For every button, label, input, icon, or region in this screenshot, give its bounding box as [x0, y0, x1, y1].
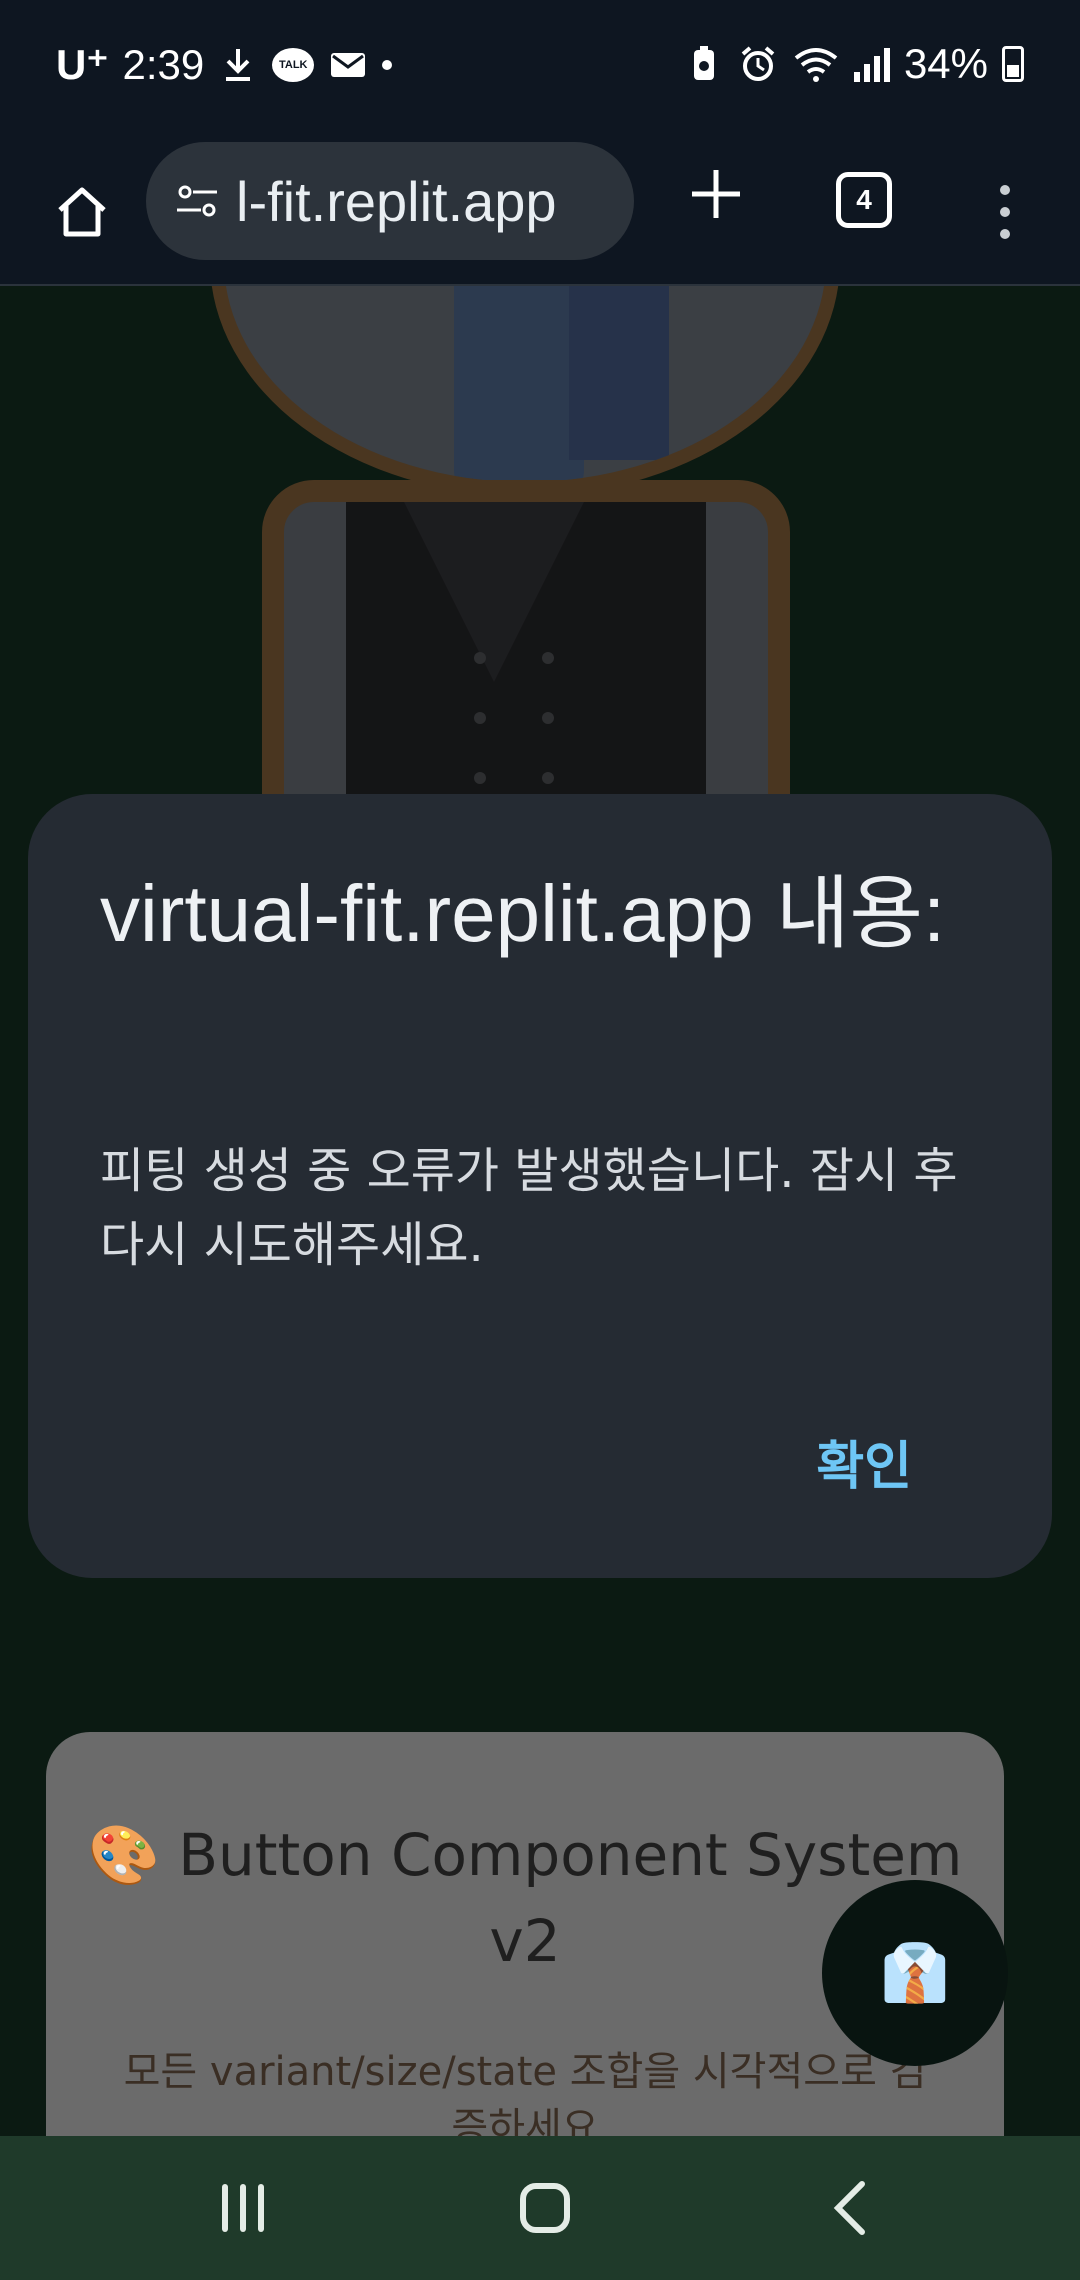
- nav-home-icon: [520, 2183, 570, 2233]
- clock: 2:39: [122, 40, 205, 88]
- more-options-icon[interactable]: [990, 170, 1020, 254]
- browser-toolbar: l-fit.replit.app 4: [0, 140, 1080, 286]
- kakaotalk-icon: TALK: [272, 47, 315, 82]
- battery-saver-icon: [684, 44, 724, 84]
- download-icon: [218, 45, 258, 85]
- wardrobe-fab-button[interactable]: 👔: [822, 1880, 1008, 2066]
- signal-icon: [853, 46, 890, 82]
- plus-icon: [692, 170, 740, 218]
- back-button[interactable]: [806, 2168, 896, 2248]
- url-text: l-fit.replit.app: [236, 169, 557, 233]
- dialog-title: virtual-fit.replit.app 내용:: [100, 869, 946, 958]
- mail-icon: [328, 45, 368, 85]
- alert-dialog: virtual-fit.replit.app 내용: 피팅 생성 중 오류가 발…: [28, 794, 1052, 1578]
- home-icon: [58, 187, 106, 237]
- site-settings-icon[interactable]: [168, 171, 228, 231]
- ok-button[interactable]: 확인: [806, 1414, 922, 1509]
- recents-button[interactable]: [198, 2168, 288, 2248]
- tab-switcher-button[interactable]: 4: [836, 172, 892, 228]
- wifi-icon: [792, 44, 840, 84]
- notification-dot-icon: [382, 59, 393, 70]
- dialog-message: 피팅 생성 중 오류가 발생했습니다. 잠시 후 다시 시도해주세요.: [100, 1143, 958, 1273]
- battery-icon: [1002, 46, 1024, 82]
- model-preview-image: [210, 286, 840, 496]
- system-nav-bar: [0, 2136, 1080, 2280]
- nav-home-button[interactable]: [500, 2168, 590, 2248]
- address-bar[interactable]: l-fit.replit.app: [146, 142, 634, 260]
- back-icon: [833, 2181, 865, 2235]
- carrier-label: U⁺: [56, 41, 109, 88]
- card-description: 모든 variant/size/state 조합을 시각적으로 검증하세요: [123, 2049, 927, 2136]
- tab-count: 4: [856, 184, 872, 215]
- shirt-icon: 👔: [880, 1941, 950, 2006]
- battery-percent: 34%: [903, 40, 988, 87]
- talk-label: TALK: [278, 58, 308, 71]
- home-button[interactable]: [40, 170, 124, 254]
- status-bar: U⁺ 2:39 TALK 34%: [0, 0, 1080, 140]
- alarm-icon: [738, 44, 778, 84]
- new-tab-button[interactable]: [676, 154, 756, 234]
